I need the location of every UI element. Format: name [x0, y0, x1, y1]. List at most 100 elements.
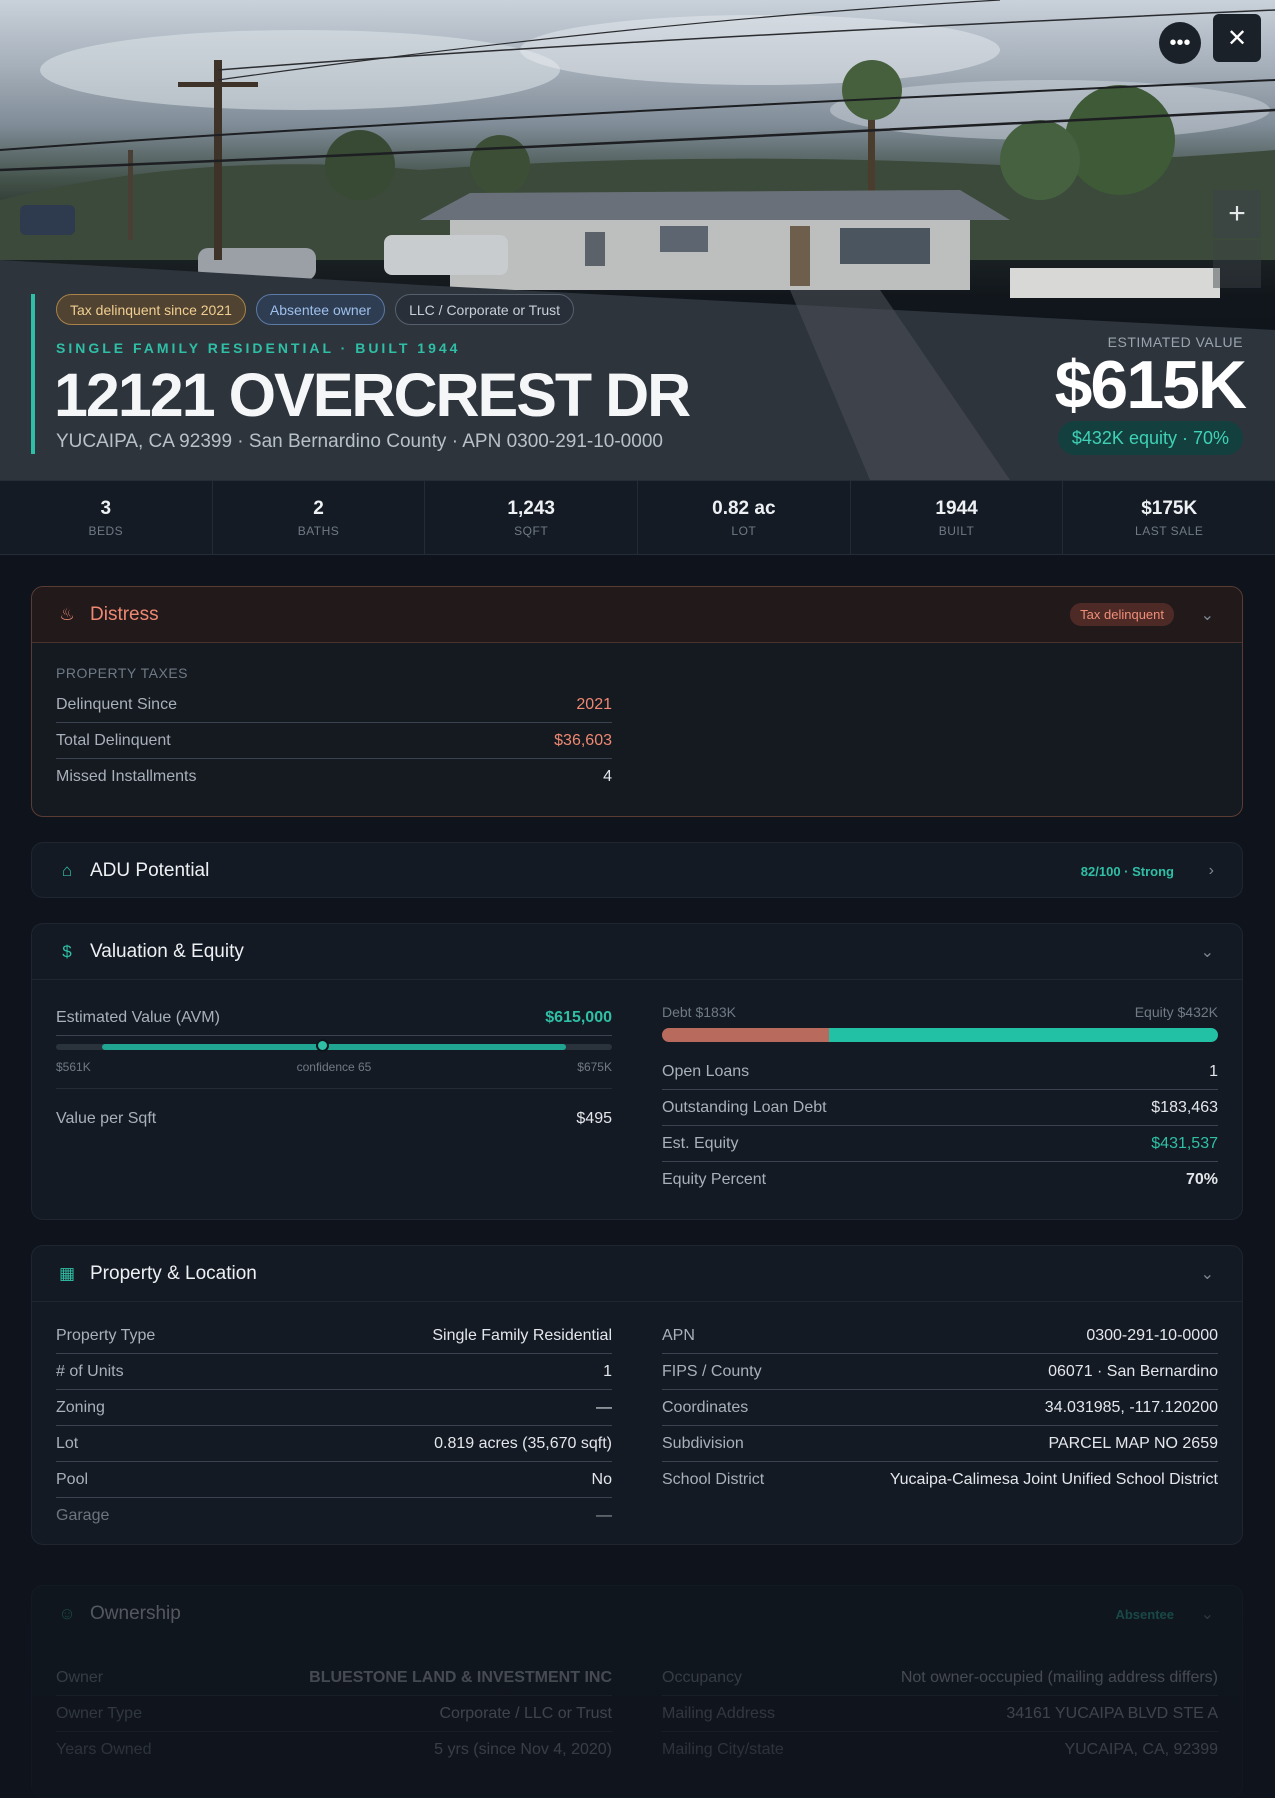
stat-value: 1,243 [507, 498, 555, 519]
stat-label: BEDS [88, 524, 124, 538]
more-horizontal-icon: ••• [1169, 31, 1191, 54]
adu-score-badge: 82/100 · Strong [1080, 863, 1174, 879]
row-key: FIPS / County [662, 1362, 762, 1380]
ownership-right-column: Occupancy Not owner-occupied (mailing add… [662, 1660, 1218, 1768]
row-key: Pool [56, 1470, 89, 1488]
avm-value: $615,000 [545, 1008, 612, 1026]
table-row: Open Loans 1 [662, 1054, 1218, 1090]
valuation-title: Valuation & Equity [90, 940, 244, 962]
table-row: Equity Percent 70% [662, 1162, 1218, 1198]
confidence-range-bar [56, 1039, 612, 1052]
chip-absentee-owner: Absentee owner [255, 294, 386, 325]
chevron-down-icon[interactable]: ⌄ [1201, 942, 1214, 962]
close-icon: ✕ [1226, 24, 1248, 52]
table-row: Total Delinquent $36,603 [56, 723, 612, 759]
table-row: School District Yucaipa-Calimesa Joint Un… [662, 1462, 1218, 1498]
sub-address: YUCAIPA, CA 92399 · San Bernardino Count… [56, 431, 663, 452]
valuation-equity-card: $ Valuation & Equity ⌄ Estimated Value (… [31, 923, 1243, 1220]
table-row: FIPS / County 06071 · San Bernardino [662, 1354, 1218, 1390]
adu-header[interactable]: ⌂ ADU Potential 82/100 · Strong › [32, 843, 1242, 899]
row-value: $183,463 [1151, 1098, 1218, 1116]
table-row: Pool No [56, 1462, 612, 1498]
table-row: # of Units 1 [56, 1354, 612, 1390]
row-key: Est. Equity [662, 1134, 739, 1152]
row-value: No [591, 1470, 612, 1488]
dollar-icon: $ [62, 941, 72, 961]
row-value: Corporate / LLC or Trust [439, 1704, 612, 1722]
avm-section: Estimated Value (AVM) $615,000 $561K con… [56, 1000, 612, 1137]
table-row: Missed Installments 4 [56, 759, 612, 795]
debt-segment [662, 1028, 829, 1042]
hero-street-view: ••• ✕ + Tax delinquent since 2021 Absent… [0, 0, 1275, 480]
table-row: Outstanding Loan Debt $183,463 [662, 1090, 1218, 1126]
range-legend: $561K confidence 65 $675K [56, 1060, 612, 1074]
row-value: — [596, 1507, 612, 1524]
adu-potential-card[interactable]: ⌂ ADU Potential 82/100 · Strong › [31, 842, 1243, 898]
stat-value: 3 [100, 498, 112, 519]
row-value: $36,603 [554, 731, 612, 749]
avm-row: Estimated Value (AVM) $615,000 [56, 1000, 612, 1036]
chevron-down-icon[interactable]: ⌄ [1201, 1604, 1214, 1624]
row-value: 1 [1209, 1062, 1218, 1080]
chevron-down-icon[interactable]: ⌄ [1201, 1264, 1214, 1284]
table-row: APN 0300-291-10-0000 [662, 1318, 1218, 1354]
equity-label: Equity $432K [1134, 1004, 1218, 1020]
row-key: Open Loans [662, 1062, 750, 1080]
stat-value: 0.82 ac [712, 498, 776, 519]
row-key: Garage [56, 1507, 110, 1524]
table-row: Garage — [56, 1498, 612, 1534]
stat-lot: 0.82 ac LOT [638, 481, 851, 554]
row-value: 06071 · San Bernardino [1048, 1362, 1218, 1380]
row-key: Zoning [56, 1398, 105, 1416]
avm-marker [315, 1039, 329, 1052]
row-key: Mailing City/state [662, 1741, 784, 1758]
row-key: Delinquent Since [56, 695, 177, 713]
stat-value: 1944 [935, 498, 978, 519]
per-sqft-value: $495 [576, 1110, 612, 1127]
row-key: Total Delinquent [56, 731, 171, 749]
valuation-header[interactable]: $ Valuation & Equity ⌄ [32, 924, 1242, 980]
more-options-button[interactable]: ••• [1159, 22, 1201, 64]
street-address: 12121 OVERCREST DR [54, 361, 691, 429]
row-key: Mailing Address [662, 1704, 775, 1722]
building-icon: ▦ [58, 1263, 76, 1283]
ownership-header[interactable]: ☺ Ownership Absentee ⌄ [32, 1586, 1242, 1642]
row-value: 34161 YUCAIPA BLVD STE A [1006, 1704, 1218, 1722]
property-eyebrow: SINGLE FAMILY RESIDENTIAL · BUILT 1944 [56, 340, 461, 356]
adu-title: ADU Potential [90, 860, 210, 881]
ownership-badge: Absentee [1115, 1606, 1174, 1622]
user-icon: ☺ [58, 1604, 76, 1623]
per-sqft-label: Value per Sqft [56, 1110, 157, 1127]
row-value: 34.031985, -117.120200 [1044, 1398, 1218, 1416]
distress-header[interactable]: ♨ Distress Tax delinquent ⌄ [32, 587, 1242, 643]
row-value: 2021 [576, 695, 612, 713]
stat-value: $175K [1141, 498, 1198, 519]
range-high: $675K [577, 1060, 612, 1074]
chevron-down-icon[interactable]: ⌄ [1201, 605, 1214, 625]
equity-pill: $432K equity · 70% [1057, 421, 1243, 455]
row-value: 4 [603, 768, 612, 785]
row-value: — [596, 1398, 612, 1416]
row-key: Owner Type [56, 1704, 142, 1722]
table-row: Coordinates 34.031985, -117.120200 [662, 1390, 1218, 1426]
row-key: School District [662, 1471, 765, 1488]
distress-badge: Tax delinquent [1070, 603, 1174, 626]
row-key: Missed Installments [56, 768, 197, 785]
stat-label: BATHS [297, 524, 340, 538]
chevron-right-icon[interactable]: › [1209, 862, 1214, 880]
zoom-out-button[interactable] [1213, 240, 1261, 288]
property-title: Property & Location [90, 1262, 257, 1284]
property-taxes-section: PROPERTY TAXES Delinquent Since 2021 Tota… [56, 665, 612, 795]
stat-built: 1944 BUILT [851, 481, 1064, 554]
stat-label: LAST SALE [1135, 524, 1204, 538]
property-header[interactable]: ▦ Property & Location ⌄ [32, 1246, 1242, 1302]
close-button[interactable]: ✕ [1213, 14, 1261, 62]
table-row: Occupancy Not owner-occupied (mailing add… [662, 1660, 1218, 1696]
row-value: 0300-291-10-0000 [1086, 1326, 1218, 1344]
accent-bar [31, 294, 35, 454]
zoom-in-button[interactable]: + [1213, 190, 1261, 238]
row-key: Owner [56, 1668, 104, 1686]
estimated-value: $615K [1054, 347, 1247, 423]
row-key: Property Type [56, 1326, 156, 1344]
confidence-range-fill [102, 1044, 566, 1050]
